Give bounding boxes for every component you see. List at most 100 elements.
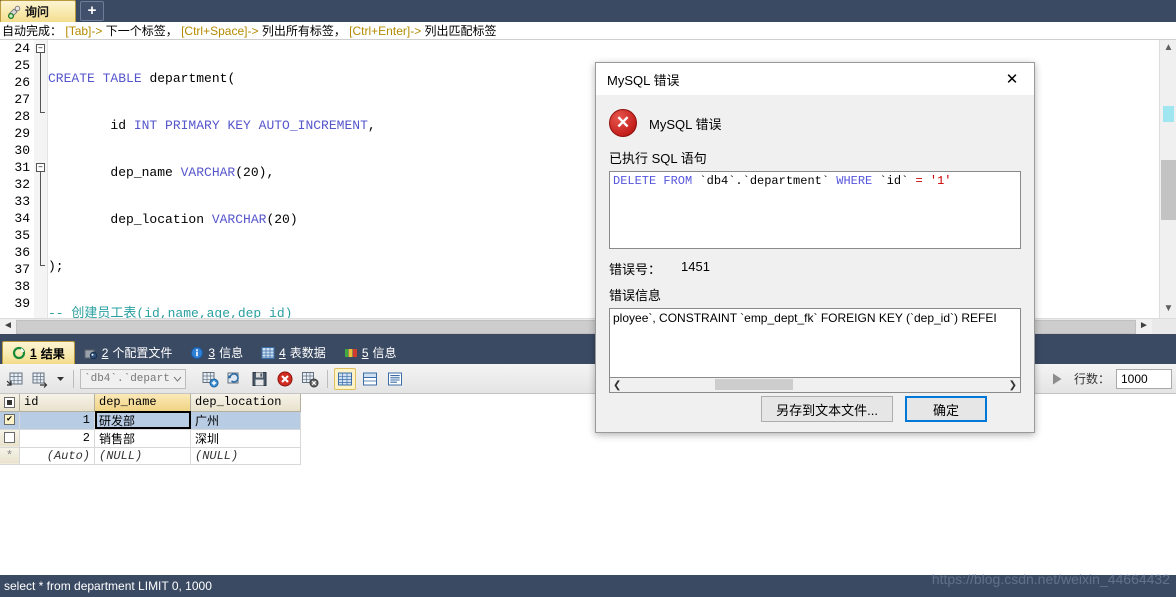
ok-button[interactable]: 确定 (904, 396, 987, 422)
profile-icon (84, 346, 98, 360)
sql-column-ref: `id` (872, 174, 916, 188)
cell-id[interactable]: 1 (19, 411, 95, 430)
line-number: 26 (14, 75, 30, 90)
tab-table-data[interactable]: 4 表数据 (252, 341, 335, 364)
sql-section-label: 已执行 SQL 语句 (609, 151, 707, 166)
cell-id[interactable]: 2 (19, 429, 95, 448)
dialog-title-bar[interactable]: MySQL 错误 ✕ (596, 63, 1034, 95)
line-number: 39 (14, 296, 30, 311)
refresh-icon[interactable] (224, 368, 246, 390)
tab-status-num: 5 (361, 345, 369, 360)
select-all-checkbox[interactable] (4, 396, 15, 408)
error-number-label: 错误号： (609, 262, 662, 277)
error-message-label: 错误信息 (609, 288, 662, 303)
result-icon (12, 346, 26, 360)
line-number-gutter: 24 25 26 27 28 29 30 31 32 33 34 35 36 3… (0, 40, 34, 318)
dialog-title: MySQL 错误 (607, 72, 680, 88)
tab-info[interactable]: 3 信息 (181, 341, 252, 364)
tab-status-label: 信息 (372, 346, 397, 360)
error-message-textbox[interactable]: ployee`, CONSTRAINT `emp_dept_fk` FOREIG… (609, 308, 1021, 378)
hint-key-tab: [Tab]-> (65, 24, 103, 38)
fold-toggle-icon[interactable]: – (36, 163, 45, 172)
save-to-text-file-button[interactable]: 另存到文本文件... (761, 396, 893, 422)
sql-keyword-where: WHERE (836, 174, 873, 188)
line-number: 38 (14, 279, 30, 294)
toolbar-separator (73, 369, 74, 388)
data-table: id dep_name dep_location ✔ 1 研发部 广州 2 销售… (0, 394, 301, 465)
sql-value: '1' (929, 174, 952, 188)
hint-text-ctrl-enter: 列出匹配标签 (424, 24, 497, 38)
line-number: 27 (14, 92, 30, 107)
new-tab-button[interactable]: + (80, 1, 104, 21)
line-number: 24 (14, 41, 30, 56)
tab-profile[interactable]: 2 个配置文件 (75, 341, 182, 364)
column-header-dep-location[interactable]: dep_location (190, 394, 301, 412)
editor-vertical-scrollbar[interactable]: ▲ ▼ (1159, 40, 1176, 318)
form-view-icon[interactable] (359, 368, 381, 390)
delete-record-icon[interactable] (274, 368, 296, 390)
code-folding-column[interactable]: – – (34, 40, 48, 318)
dropdown-arrow-icon[interactable] (54, 368, 67, 390)
save-icon[interactable] (249, 368, 271, 390)
hint-text-ctrl-space: 列出所有标签， (261, 24, 346, 38)
row-checkbox[interactable] (4, 432, 15, 444)
scroll-left-arrow-icon[interactable]: ◄ (0, 318, 16, 335)
info-icon (190, 346, 204, 360)
select-all-header[interactable] (0, 394, 20, 412)
add-record-icon[interactable] (199, 368, 221, 390)
table-row-new[interactable]: * (Auto) (NULL) (NULL) (0, 447, 301, 465)
status-bar: select * from department LIMIT 0, 1000 (0, 575, 1176, 597)
grid-view-icon[interactable] (334, 367, 356, 390)
row-checkbox[interactable]: ✔ (4, 414, 15, 426)
scroll-down-arrow-icon[interactable]: ▼ (1160, 301, 1176, 318)
hint-prefix: 自动完成： (2, 24, 63, 38)
mysql-error-dialog: MySQL 错误 ✕ ✕ MySQL 错误 已执行 SQL 语句 DELETE … (595, 62, 1035, 433)
cell-id[interactable]: (Auto) (19, 447, 95, 465)
table-row[interactable]: ✔ 1 研发部 广州 (0, 411, 301, 430)
tab-result[interactable]: 1 结果 (2, 341, 75, 364)
line-number: 36 (14, 245, 30, 260)
cell-dep-name[interactable]: 研发部 (94, 411, 191, 430)
error-number-value: 1451 (681, 259, 710, 274)
column-header-id[interactable]: id (19, 394, 95, 412)
chevron-down-icon (173, 376, 182, 382)
next-page-icon[interactable] (1046, 368, 1068, 390)
close-icon[interactable]: ✕ (990, 64, 1034, 94)
dialog-body: ✕ MySQL 错误 已执行 SQL 语句 DELETE FROM `db4`.… (596, 95, 1034, 393)
rows-label: 行数： (1073, 372, 1110, 386)
column-header-dep-name[interactable]: dep_name (94, 394, 191, 412)
database-table-selector[interactable]: `db4`.`depart (80, 368, 186, 389)
executed-sql-textbox[interactable]: DELETE FROM `db4`.`department` WHERE `id… (609, 171, 1021, 249)
tab-table-data-num: 4 (279, 345, 286, 360)
new-row-marker: * (0, 447, 20, 465)
scroll-thumb[interactable] (1161, 160, 1176, 220)
tab-query[interactable]: 询问 (0, 0, 76, 22)
tab-result-num: 1 (30, 346, 37, 360)
fold-bracket-line (40, 53, 41, 112)
table-row[interactable]: 2 销售部 深圳 (0, 429, 301, 448)
fold-toggle-icon[interactable]: – (36, 44, 45, 53)
scroll-right-arrow-icon[interactable]: ► (1136, 318, 1152, 335)
grid-export-icon[interactable] (29, 368, 51, 390)
rows-limit-input[interactable]: 1000 (1116, 368, 1172, 389)
cell-dep-name[interactable]: (NULL) (94, 447, 191, 465)
cell-dep-location[interactable]: 深圳 (190, 429, 301, 448)
row-selector[interactable]: ✔ (0, 411, 20, 430)
cell-dep-location[interactable]: (NULL) (190, 447, 301, 465)
error-message-text: ployee`, CONSTRAINT `emp_dept_fk` FOREIG… (613, 311, 997, 325)
line-number: 35 (14, 228, 30, 243)
database-table-value: `db4`.`depart (84, 372, 170, 385)
cell-dep-location[interactable]: 广州 (190, 411, 301, 430)
grid-icon[interactable] (4, 368, 26, 390)
tab-status-info[interactable]: 5 信息 (335, 341, 406, 364)
error-number-row: 错误号： 1451 (609, 259, 1021, 278)
text-view-icon[interactable] (384, 368, 406, 390)
cancel-record-icon[interactable] (299, 368, 321, 390)
cell-dep-name[interactable]: 销售部 (94, 429, 191, 448)
error-circle-icon: ✕ (609, 109, 637, 137)
dialog-button-row: 另存到文本文件... 确定 (596, 386, 1034, 432)
sql-keyword-delete: DELETE FROM (613, 174, 693, 188)
scroll-up-arrow-icon[interactable]: ▲ (1160, 40, 1176, 57)
tab-info-label: 信息 (219, 346, 244, 360)
row-selector[interactable] (0, 429, 20, 448)
